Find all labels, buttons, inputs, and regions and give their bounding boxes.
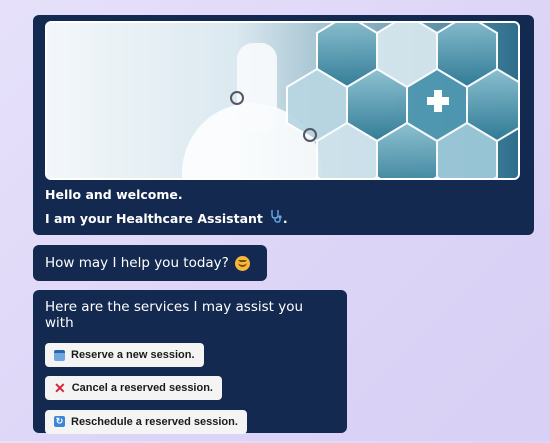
- help-message: How may I help you today?: [33, 245, 267, 281]
- help-text: How may I help you today?: [45, 255, 229, 271]
- stethoscope-icon: [269, 207, 283, 231]
- services-message: Here are the services I may assist you w…: [33, 290, 347, 434]
- reschedule-session-button[interactable]: ↻ Reschedule a reserved session.: [45, 409, 247, 434]
- reserve-session-label: Reserve a new session.: [71, 349, 195, 361]
- smiling-face-icon: [234, 255, 250, 271]
- reschedule-session-label: Reschedule a reserved session.: [71, 415, 238, 428]
- cross-mark-icon: ✕: [54, 379, 66, 396]
- cancel-session-label: Cancel a reserved session.: [71, 382, 213, 394]
- calendar-icon: [54, 349, 65, 361]
- assistant-intro: I am your Healthcare Assistant: [45, 211, 263, 226]
- healthcare-banner-image: [45, 21, 520, 180]
- services-title: Here are the services I may assist you w…: [45, 299, 304, 331]
- cancel-session-button[interactable]: ✕ Cancel a reserved session.: [45, 376, 222, 400]
- repeat-icon: ↻: [54, 416, 65, 427]
- welcome-message: Hello and welcome. I am your Healthcare …: [33, 15, 534, 235]
- assistant-intro-end: .: [282, 211, 288, 226]
- reserve-session-button[interactable]: Reserve a new session.: [45, 343, 204, 367]
- welcome-greeting: Hello and welcome.: [45, 187, 183, 202]
